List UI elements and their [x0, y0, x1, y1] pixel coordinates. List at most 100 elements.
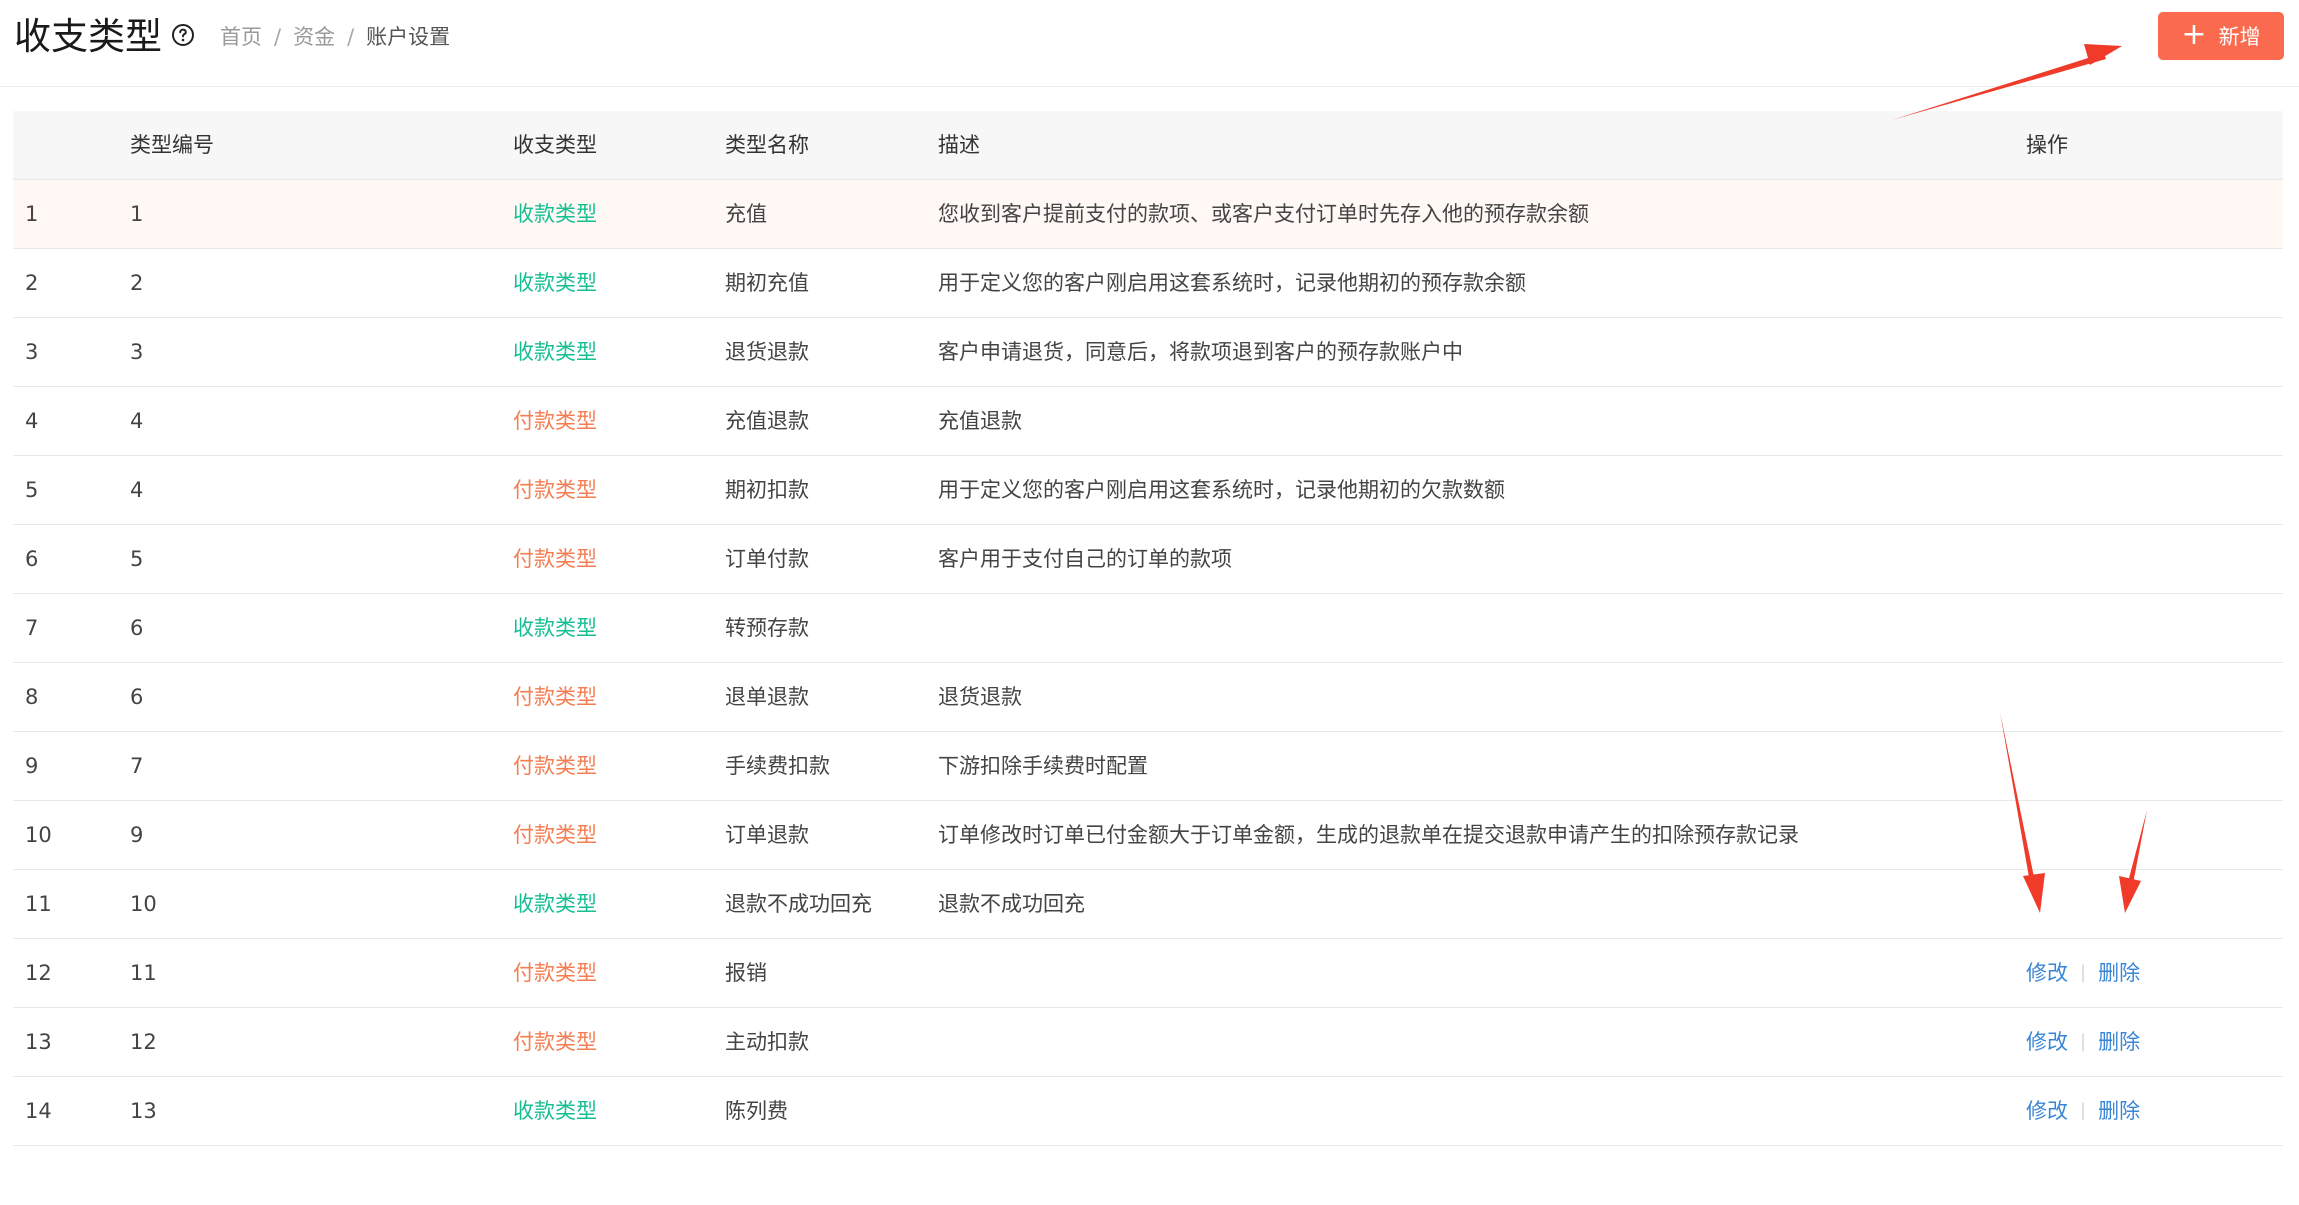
type-code: 12	[130, 1030, 157, 1054]
category-label: 付款类型	[513, 685, 597, 709]
breadcrumb: 首页 / 资金 / 账户设置	[220, 23, 450, 51]
category-label: 收款类型	[513, 616, 597, 640]
table-row: 2 2 收款类型 期初充值 用于定义您的客户刚启用这套系统时，记录他期初的预存款余额	[13, 249, 2283, 318]
type-code: 1	[130, 202, 144, 226]
type-code: 4	[130, 409, 144, 433]
row-index: 14	[25, 1099, 52, 1123]
action-separator: |	[2080, 1031, 2087, 1052]
table-row: 13 12 付款类型 主动扣款 修改 | 删除	[13, 1008, 2283, 1077]
row-index: 3	[25, 340, 39, 364]
type-name: 期初充值	[725, 271, 809, 295]
table-body: 1 1 收款类型 充值 您收到客户提前支付的款项、或客户支付订单时先存入他的预存款余额 2…	[13, 180, 2283, 1146]
type-description: 用于定义您的客户刚启用这套系统时，记录他期初的预存款余额	[938, 271, 1526, 295]
category-label: 收款类型	[513, 271, 597, 295]
table-header: 类型编号 收支类型 类型名称 描述 操作	[13, 111, 2283, 180]
type-name: 订单退款	[725, 823, 809, 847]
breadcrumb-funds[interactable]: 资金	[293, 23, 335, 51]
row-index: 12	[25, 961, 52, 985]
row-index: 4	[25, 409, 39, 433]
type-code: 11	[130, 961, 157, 985]
type-code: 4	[130, 478, 144, 502]
category-label: 付款类型	[513, 754, 597, 778]
type-name: 主动扣款	[725, 1030, 809, 1054]
row-index: 2	[25, 271, 39, 295]
breadcrumb-home[interactable]: 首页	[220, 23, 262, 51]
category-label: 付款类型	[513, 961, 597, 985]
type-code: 13	[130, 1099, 157, 1123]
row-index: 13	[25, 1030, 52, 1054]
table-row: 6 5 付款类型 订单付款 客户用于支付自己的订单的款项	[13, 525, 2283, 594]
row-index: 7	[25, 616, 39, 640]
type-description: 订单修改时订单已付金额大于订单金额，生成的退款单在提交退款申请产生的扣除预存款记…	[938, 823, 1799, 847]
row-index: 10	[25, 823, 52, 847]
table-row: 9 7 付款类型 手续费扣款 下游扣除手续费时配置	[13, 732, 2283, 801]
row-index: 6	[25, 547, 39, 571]
category-label: 付款类型	[513, 478, 597, 502]
type-code: 6	[130, 685, 144, 709]
type-code: 5	[130, 547, 144, 571]
edit-link[interactable]: 修改	[2026, 1008, 2068, 1076]
action-separator: |	[2080, 1100, 2087, 1121]
row-index: 5	[25, 478, 39, 502]
type-name: 退款不成功回充	[725, 892, 872, 916]
row-actions: 修改 | 删除	[2026, 1008, 2140, 1076]
column-header-description: 描述	[938, 133, 980, 157]
type-name: 陈列费	[725, 1099, 788, 1123]
row-actions: 修改 | 删除	[2026, 1077, 2140, 1145]
type-name: 退货退款	[725, 340, 809, 364]
row-index: 8	[25, 685, 39, 709]
type-name: 订单付款	[725, 547, 809, 571]
table-row: 1 1 收款类型 充值 您收到客户提前支付的款项、或客户支付订单时先存入他的预存款余额	[13, 180, 2283, 249]
type-code: 9	[130, 823, 144, 847]
category-label: 付款类型	[513, 1030, 597, 1054]
type-description: 您收到客户提前支付的款项、或客户支付订单时先存入他的预存款余额	[938, 202, 1589, 226]
category-label: 付款类型	[513, 547, 597, 571]
row-index: 11	[25, 892, 52, 916]
type-name: 充值退款	[725, 409, 809, 433]
column-header-actions: 操作	[2026, 133, 2068, 157]
column-header-type-name: 类型名称	[725, 133, 809, 157]
page-header: 收支类型 首页 / 资金 / 账户设置 + 新增	[0, 0, 2299, 87]
edit-link[interactable]: 修改	[2026, 939, 2068, 1007]
page-title: 收支类型	[14, 15, 162, 58]
add-button[interactable]: + 新增	[2158, 12, 2284, 60]
type-name: 报销	[725, 961, 767, 985]
table-row: 5 4 付款类型 期初扣款 用于定义您的客户刚启用这套系统时，记录他期初的欠款数额	[13, 456, 2283, 525]
type-name: 转预存款	[725, 616, 809, 640]
column-header-type-code: 类型编号	[130, 133, 214, 157]
category-label: 收款类型	[513, 202, 597, 226]
delete-link[interactable]: 删除	[2098, 1077, 2140, 1145]
type-code: 6	[130, 616, 144, 640]
delete-link[interactable]: 删除	[2098, 939, 2140, 1007]
edit-link[interactable]: 修改	[2026, 1077, 2068, 1145]
table-row: 7 6 收款类型 转预存款	[13, 594, 2283, 663]
type-description: 客户用于支付自己的订单的款项	[938, 547, 1232, 571]
row-actions: 修改 | 删除	[2026, 939, 2140, 1007]
action-separator: |	[2080, 962, 2087, 983]
help-circle-icon[interactable]	[171, 23, 195, 47]
category-label: 收款类型	[513, 892, 597, 916]
category-label: 收款类型	[513, 340, 597, 364]
breadcrumb-separator: /	[347, 25, 355, 49]
add-button-label: 新增	[2218, 25, 2261, 49]
type-name: 充值	[725, 202, 767, 226]
income-expense-type-table: 类型编号 收支类型 类型名称 描述 操作 1 1 收款类型 充值 您收到客户提前支付的款…	[13, 111, 2283, 1146]
type-description: 下游扣除手续费时配置	[938, 754, 1148, 778]
row-index: 1	[25, 202, 39, 226]
delete-link[interactable]: 删除	[2098, 1008, 2140, 1076]
table-row: 14 13 收款类型 陈列费 修改 | 删除	[13, 1077, 2283, 1146]
type-name: 期初扣款	[725, 478, 809, 502]
type-code: 7	[130, 754, 144, 778]
row-index: 9	[25, 754, 39, 778]
table-row: 3 3 收款类型 退货退款 客户申请退货，同意后，将款项退到客户的预存款账户中	[13, 318, 2283, 387]
type-description: 退货退款	[938, 685, 1022, 709]
type-name: 退单退款	[725, 685, 809, 709]
category-label: 付款类型	[513, 409, 597, 433]
type-description: 客户申请退货，同意后，将款项退到客户的预存款账户中	[938, 340, 1463, 364]
type-name: 手续费扣款	[725, 754, 830, 778]
type-description: 退款不成功回充	[938, 892, 1085, 916]
type-code: 10	[130, 892, 157, 916]
table-row: 4 4 付款类型 充值退款 充值退款	[13, 387, 2283, 456]
type-description: 用于定义您的客户刚启用这套系统时，记录他期初的欠款数额	[938, 478, 1505, 502]
type-code: 3	[130, 340, 144, 364]
